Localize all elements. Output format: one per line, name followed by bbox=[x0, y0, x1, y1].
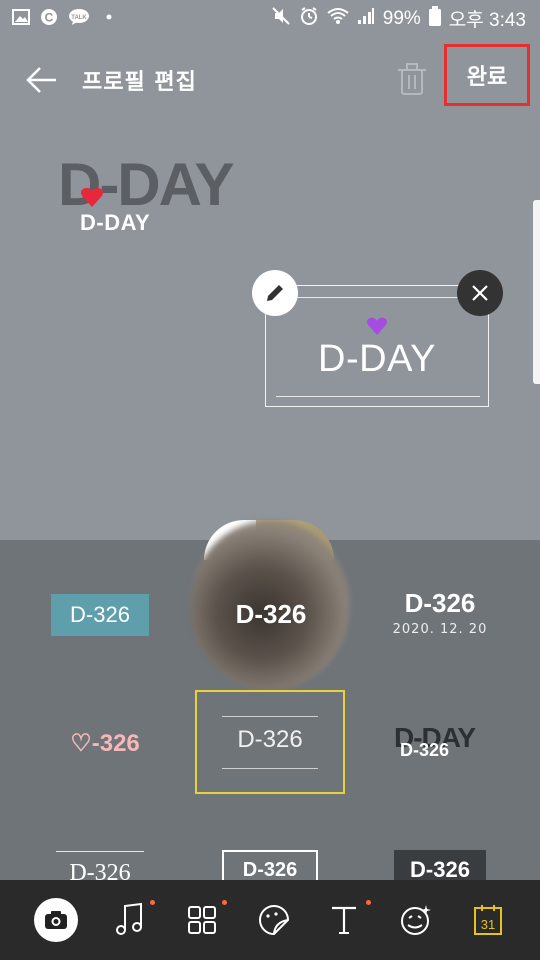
music-new-dot bbox=[150, 900, 155, 905]
calendar-icon: 31 bbox=[474, 905, 502, 935]
wifi-icon bbox=[327, 7, 349, 30]
text-new-dot bbox=[366, 900, 371, 905]
alarm-icon bbox=[299, 6, 319, 31]
sticker-frame-line-top bbox=[222, 716, 318, 717]
battery-percent: 99% bbox=[382, 7, 421, 29]
frame-bottom-line bbox=[276, 396, 480, 397]
page-title: 프로필 편집 bbox=[82, 70, 197, 95]
grid-icon bbox=[188, 906, 216, 934]
sticker-option-heart[interactable]: ♡-326 bbox=[50, 726, 160, 760]
mute-icon bbox=[271, 6, 291, 31]
pencil-icon bbox=[267, 285, 283, 301]
bottom-toolbar: 31 bbox=[0, 880, 540, 960]
status-right: 99% 오후 3:43 bbox=[271, 5, 526, 32]
back-button[interactable] bbox=[22, 60, 62, 100]
camera-button[interactable] bbox=[34, 898, 78, 942]
status-bar: C TALK 99% 오후 3:43 bbox=[0, 0, 540, 38]
sticker-option-bold[interactable]: D-326 bbox=[196, 592, 346, 636]
signal-icon bbox=[357, 7, 375, 30]
dot-icon bbox=[100, 8, 118, 26]
trash-icon bbox=[398, 63, 426, 95]
close-icon bbox=[472, 285, 488, 301]
frame-top-line bbox=[276, 297, 480, 298]
sticker-frame-line-bottom bbox=[222, 768, 318, 769]
gallery-icon bbox=[12, 8, 30, 26]
sticker-icon bbox=[259, 905, 290, 936]
sticker-serif-line bbox=[56, 851, 144, 852]
c-app-icon: C bbox=[40, 8, 58, 26]
back-arrow-icon bbox=[26, 67, 56, 93]
dday-sticker-large-text[interactable]: D-DAY bbox=[58, 150, 234, 219]
emoji-button[interactable] bbox=[394, 898, 438, 942]
battery-icon bbox=[428, 6, 441, 31]
done-button[interactable]: 완료 bbox=[444, 44, 530, 106]
dday-sticker-small-text[interactable]: D-DAY bbox=[80, 210, 150, 236]
scroll-handle[interactable] bbox=[533, 200, 540, 384]
top-bar: 프로필 편집 완료 bbox=[0, 38, 540, 120]
music-button[interactable] bbox=[108, 898, 155, 942]
remove-sticker-button[interactable] bbox=[457, 270, 503, 316]
talk-label: TALK bbox=[71, 15, 87, 21]
widget-button[interactable] bbox=[180, 898, 227, 942]
svg-text:C: C bbox=[45, 11, 54, 25]
status-left: C TALK bbox=[12, 8, 118, 26]
sticker-option-date-label: 2020. 12. 20 bbox=[392, 622, 488, 637]
clock: 오후 3:43 bbox=[448, 10, 526, 31]
emoji-icon bbox=[401, 905, 431, 935]
talk-icon: TALK bbox=[68, 8, 90, 26]
red-heart-icon bbox=[80, 186, 104, 208]
sticker-button[interactable] bbox=[252, 898, 296, 942]
sticker-option-frame-text: D-326 bbox=[237, 726, 303, 753]
calendar-button[interactable]: 31 bbox=[466, 898, 510, 942]
selected-sticker-text: D-DAY bbox=[318, 338, 436, 380]
purple-heart-icon bbox=[366, 316, 388, 336]
sticker-option-dday-count: D-326 bbox=[400, 740, 450, 760]
music-icon bbox=[116, 902, 142, 935]
widget-new-dot bbox=[222, 900, 227, 905]
calendar-day: 31 bbox=[481, 917, 495, 932]
sticker-option-teal[interactable]: D-326 bbox=[51, 594, 149, 636]
text-icon bbox=[332, 906, 356, 934]
text-button[interactable] bbox=[322, 898, 371, 942]
delete-button[interactable] bbox=[396, 62, 428, 96]
sticker-option-date[interactable]: D-326 bbox=[380, 588, 500, 619]
edit-sticker-button[interactable] bbox=[252, 270, 298, 316]
camera-icon bbox=[34, 898, 78, 942]
